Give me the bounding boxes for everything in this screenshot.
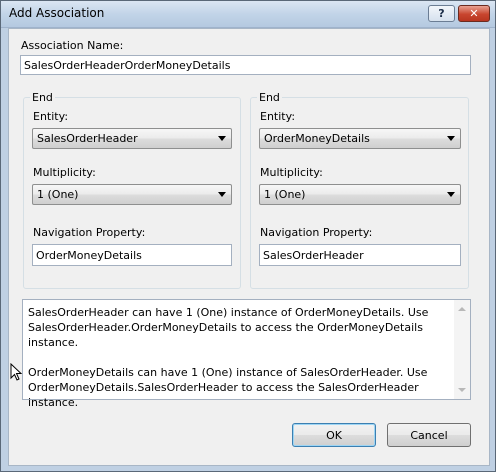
multiplicity-select-right-value: 1 (One) <box>264 188 306 201</box>
navigation-property-label-left: Navigation Property: <box>33 226 146 239</box>
chevron-down-icon <box>218 192 226 197</box>
navigation-property-input-left[interactable]: OrderMoneyDetails <box>32 244 232 266</box>
close-button[interactable]: ✕ <box>458 5 490 22</box>
help-button[interactable]: ? <box>428 5 455 22</box>
multiplicity-select-left[interactable]: 1 (One) <box>32 184 232 205</box>
end-group-left-title: End <box>30 91 55 104</box>
association-name-label: Association Name: <box>21 39 124 52</box>
description-text: SalesOrderHeader can have 1 (One) instan… <box>28 305 448 425</box>
navigation-property-label-right: Navigation Property: <box>260 226 373 239</box>
multiplicity-label-right: Multiplicity: <box>260 166 323 179</box>
entity-select-right[interactable]: OrderMoneyDetails <box>259 128 461 149</box>
mouse-pointer-icon <box>10 363 23 381</box>
description-line-2: OrderMoneyDetails can have 1 (One) insta… <box>28 366 428 409</box>
help-icon: ? <box>438 7 445 20</box>
association-description[interactable]: SalesOrderHeader can have 1 (One) instan… <box>22 299 471 409</box>
entity-label-left: Entity: <box>33 110 69 123</box>
window-title: Add Association <box>9 6 105 20</box>
scroll-down-icon[interactable] <box>458 388 466 392</box>
ok-button[interactable]: OK <box>292 423 376 447</box>
description-scrollbar[interactable] <box>454 300 470 399</box>
entity-select-left-value: SalesOrderHeader <box>37 132 138 145</box>
multiplicity-label-left: Multiplicity: <box>33 166 96 179</box>
end-group-left: End Entity: SalesOrderHeader Multiplicit… <box>23 91 241 289</box>
chevron-down-icon <box>447 136 455 141</box>
dialog-client-area: Association Name: SalesOrderHeaderOrderM… <box>8 28 490 466</box>
navigation-property-input-right[interactable]: SalesOrderHeader <box>259 244 461 266</box>
entity-select-right-value: OrderMoneyDetails <box>264 132 370 145</box>
entity-select-left[interactable]: SalesOrderHeader <box>32 128 232 149</box>
end-group-right-title: End <box>257 91 282 104</box>
chevron-down-icon <box>447 192 455 197</box>
multiplicity-select-right[interactable]: 1 (One) <box>259 184 461 205</box>
cancel-button[interactable]: Cancel <box>387 423 471 447</box>
close-icon: ✕ <box>469 7 479 20</box>
chevron-down-icon <box>218 136 226 141</box>
description-line-1: SalesOrderHeader can have 1 (One) instan… <box>28 306 429 349</box>
end-group-right: End Entity: OrderMoneyDetails Multiplici… <box>250 91 469 289</box>
scroll-up-icon[interactable] <box>458 307 466 311</box>
title-bar[interactable]: Add Association ? ✕ <box>1 1 495 28</box>
add-association-dialog: Add Association ? ✕ Association Name: Sa… <box>0 0 496 472</box>
entity-label-right: Entity: <box>260 110 296 123</box>
association-name-input[interactable]: SalesOrderHeaderOrderMoneyDetails <box>20 55 471 75</box>
multiplicity-select-left-value: 1 (One) <box>37 188 79 201</box>
